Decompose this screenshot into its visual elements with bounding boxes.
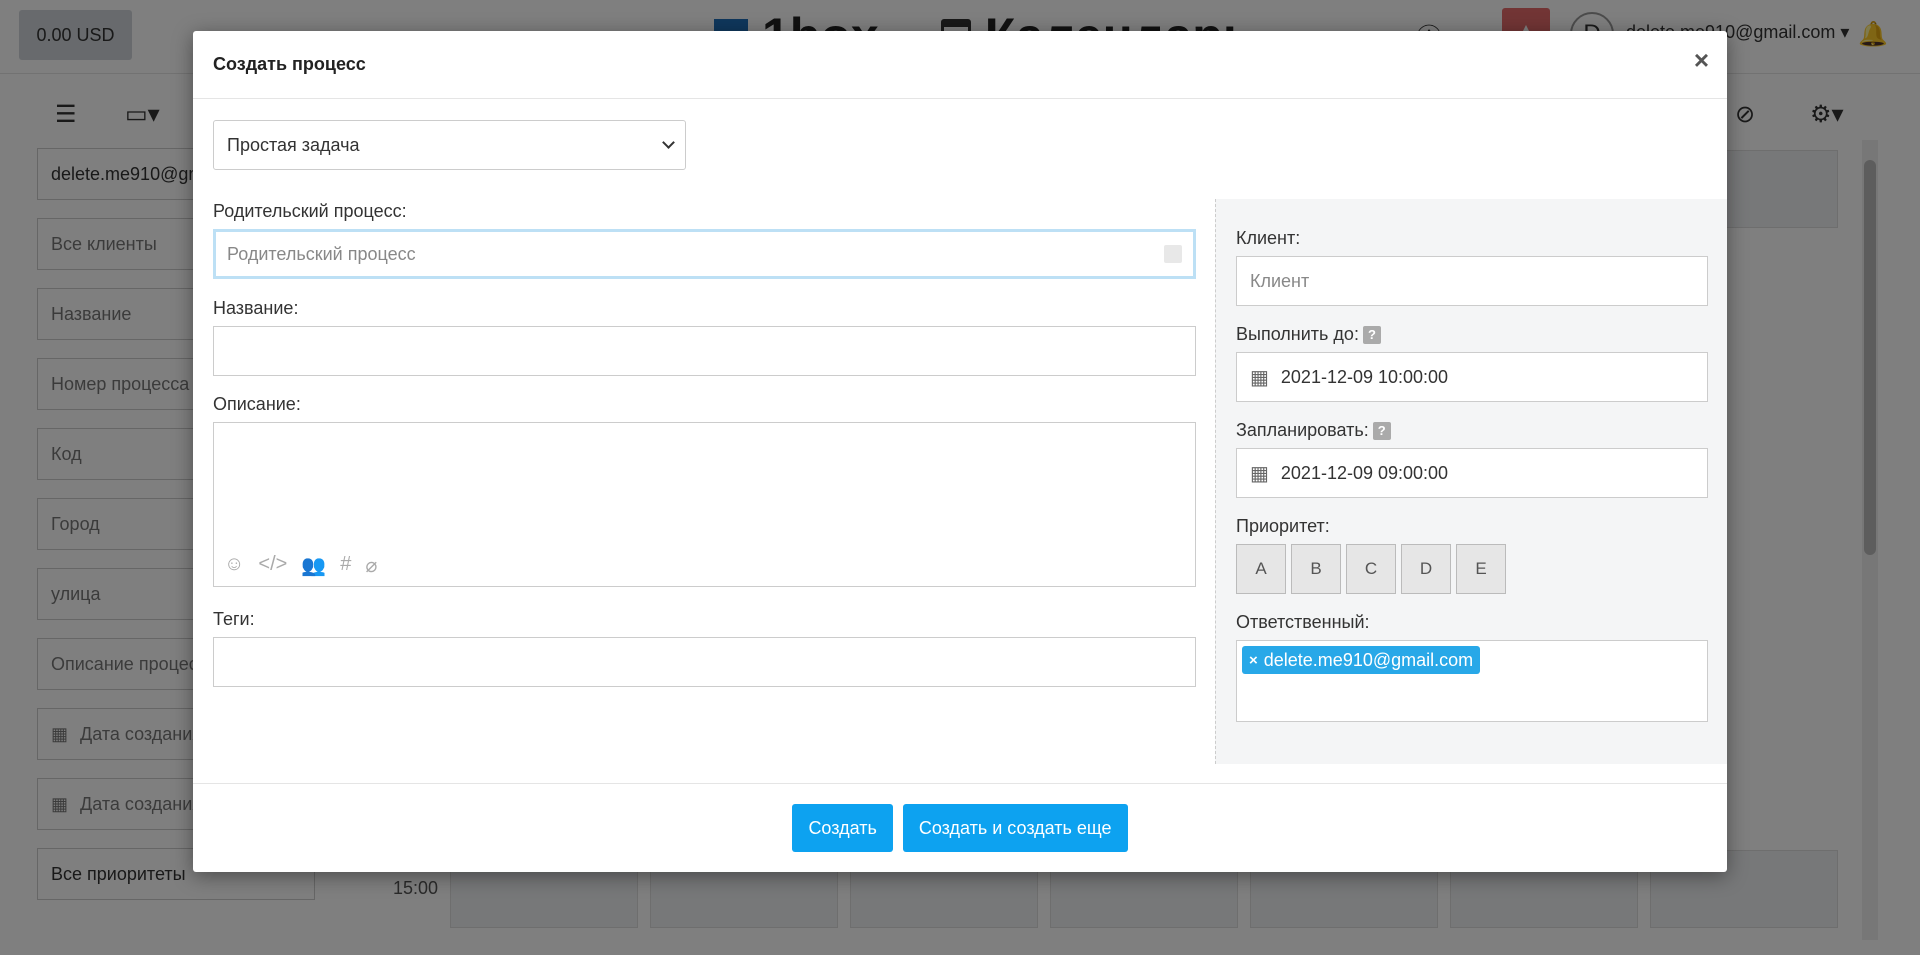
due-date-group: Выполнить до:? ▦ 2021-12-09 10:00:00	[1236, 324, 1708, 402]
parent-process-input[interactable]: Родительский процесс	[213, 229, 1196, 279]
priority-a-button[interactable]: A	[1236, 544, 1286, 594]
schedule-input[interactable]: ▦ 2021-12-09 09:00:00	[1236, 448, 1708, 498]
attachment-icon[interactable]: ⌀	[365, 553, 377, 578]
due-date-label-text: Выполнить до:	[1236, 324, 1359, 344]
schedule-value: 2021-12-09 09:00:00	[1280, 462, 1449, 483]
side-fields-panel: Клиент: Клиент Выполнить до:? ▦ 2021-12-…	[1215, 199, 1727, 764]
responsible-input[interactable]: × delete.me910@gmail.com	[1236, 640, 1708, 722]
priority-e-button[interactable]: E	[1456, 544, 1506, 594]
hashtag-icon[interactable]: #	[340, 553, 351, 578]
dialog-footer: Создать Создать и создать еще	[193, 783, 1727, 872]
priority-d-button[interactable]: D	[1401, 544, 1451, 594]
tags-label: Теги:	[213, 609, 255, 629]
priority-c-button[interactable]: C	[1346, 544, 1396, 594]
parent-process-group: Родительский процесс: Родительский проце…	[213, 201, 1196, 279]
create-and-more-button[interactable]: Создать и создать еще	[902, 804, 1128, 852]
name-input[interactable]	[213, 326, 1196, 376]
emoji-icon[interactable]: ☺	[224, 553, 244, 578]
dialog-title: Создать процесс	[213, 54, 366, 74]
client-group: Клиент: Клиент	[1236, 228, 1708, 306]
mention-icon[interactable]: 👥	[301, 553, 326, 578]
description-editor[interactable]: ☺ </> 👥 # ⌀	[213, 422, 1196, 587]
description-group: Описание: ☺ </> 👥 # ⌀	[213, 394, 1196, 587]
process-type-value: Простая задача	[227, 134, 360, 155]
client-placeholder: Клиент	[1250, 270, 1310, 291]
schedule-group: Запланировать:? ▦ 2021-12-09 09:00:00	[1236, 420, 1708, 498]
responsible-tag: × delete.me910@gmail.com	[1242, 646, 1481, 674]
priority-b-button[interactable]: B	[1291, 544, 1341, 594]
code-icon[interactable]: </>	[258, 553, 287, 578]
parent-process-label: Родительский процесс:	[213, 201, 407, 221]
close-icon[interactable]: ×	[1694, 47, 1709, 73]
chevron-down-icon	[662, 136, 675, 149]
parent-process-placeholder: Родительский процесс	[227, 243, 416, 264]
tags-group: Теги:	[213, 609, 1196, 687]
tags-input[interactable]	[213, 637, 1196, 687]
calendar-icon: ▦	[1250, 462, 1269, 485]
create-button[interactable]: Создать	[792, 804, 893, 852]
description-label: Описание:	[213, 394, 301, 414]
responsible-group: Ответственный: × delete.me910@gmail.com	[1236, 612, 1708, 722]
due-date-label: Выполнить до:?	[1236, 324, 1708, 345]
remove-tag-icon[interactable]: ×	[1249, 652, 1258, 669]
due-date-input[interactable]: ▦ 2021-12-09 10:00:00	[1236, 352, 1708, 402]
editor-toolbar: ☺ </> 👥 # ⌀	[224, 553, 377, 578]
name-label: Название:	[213, 298, 299, 318]
create-process-dialog: Создать процесс × Простая задача Родител…	[193, 31, 1727, 872]
priority-buttons: A B C D E	[1236, 544, 1708, 594]
priority-label: Приоритет:	[1236, 516, 1330, 536]
client-input[interactable]: Клиент	[1236, 256, 1708, 306]
due-date-value: 2021-12-09 10:00:00	[1280, 366, 1449, 387]
clear-icon[interactable]	[1164, 245, 1182, 263]
schedule-label: Запланировать:?	[1236, 420, 1708, 441]
help-icon[interactable]: ?	[1362, 326, 1381, 345]
schedule-label-text: Запланировать:	[1236, 420, 1369, 440]
responsible-label: Ответственный:	[1236, 612, 1370, 632]
calendar-icon: ▦	[1250, 366, 1269, 389]
dialog-header: Создать процесс ×	[193, 31, 1727, 99]
client-label: Клиент:	[1236, 228, 1301, 248]
name-group: Название:	[213, 298, 1196, 376]
responsible-tag-label: delete.me910@gmail.com	[1263, 649, 1474, 670]
process-type-select[interactable]: Простая задача	[213, 120, 686, 170]
help-icon[interactable]: ?	[1372, 422, 1391, 441]
priority-group: Приоритет: A B C D E	[1236, 516, 1708, 594]
